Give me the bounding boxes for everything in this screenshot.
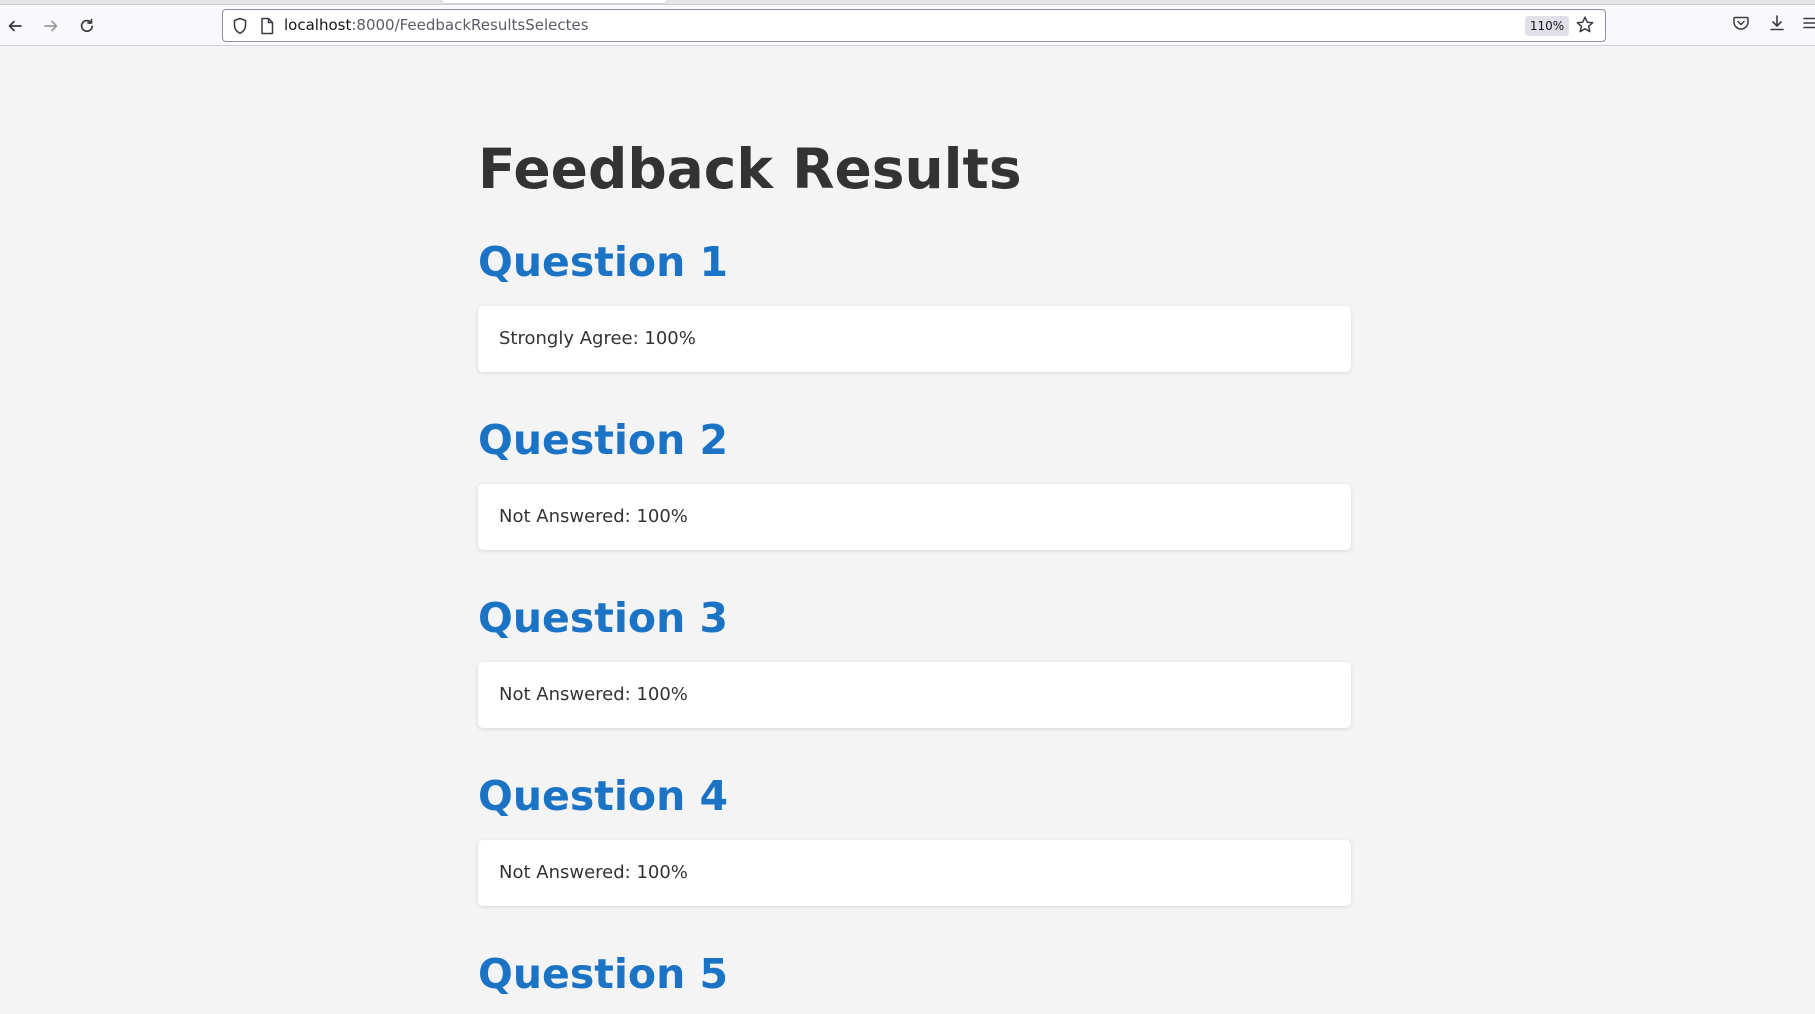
star-icon[interactable] <box>1575 15 1595 39</box>
question-title: Question 4 <box>478 772 729 820</box>
page-title: Feedback Results <box>478 137 1022 201</box>
question-title: Question 2 <box>478 416 729 464</box>
url-bar[interactable]: localhost:8000/FeedbackResultsSelectes 1… <box>222 9 1606 42</box>
reload-button[interactable] <box>73 12 101 40</box>
back-arrow-icon <box>8 20 22 32</box>
answer-card: Not Answered: 100% <box>478 840 1351 906</box>
active-tab[interactable] <box>441 0 668 4</box>
url-host: localhost <box>284 16 352 34</box>
back-button[interactable] <box>1 12 29 40</box>
tab-strip <box>0 0 1815 5</box>
answer-card: Not Answered: 100% <box>478 484 1351 550</box>
browser-toolbar: localhost:8000/FeedbackResultsSelectes 1… <box>0 0 1815 46</box>
menu-icon[interactable] <box>1803 14 1815 36</box>
forward-button[interactable] <box>37 12 65 40</box>
pocket-icon[interactable] <box>1732 14 1750 36</box>
answer-card: Not Answered: 100% <box>478 662 1351 728</box>
forward-arrow-icon <box>44 20 58 32</box>
page-icon[interactable] <box>260 17 274 39</box>
url-text[interactable]: localhost:8000/FeedbackResultsSelectes <box>284 10 589 41</box>
reload-icon <box>80 18 94 33</box>
zoom-level-badge[interactable]: 110% <box>1525 16 1569 36</box>
question-title: Question 5 <box>478 950 729 998</box>
url-path: :8000/FeedbackResultsSelectes <box>351 16 589 34</box>
question-section: Question 5 <box>478 949 1351 999</box>
question-section: Question 1 Strongly Agree: 100% <box>478 237 1351 372</box>
question-title: Question 3 <box>478 594 729 642</box>
download-icon[interactable] <box>1768 14 1786 36</box>
question-section: Question 4 Not Answered: 100% <box>478 771 1351 906</box>
question-section: Question 3 Not Answered: 100% <box>478 593 1351 728</box>
question-title: Question 1 <box>478 238 729 286</box>
question-section: Question 2 Not Answered: 100% <box>478 415 1351 550</box>
shield-icon[interactable] <box>232 17 248 39</box>
answer-card: Strongly Agree: 100% <box>478 306 1351 372</box>
